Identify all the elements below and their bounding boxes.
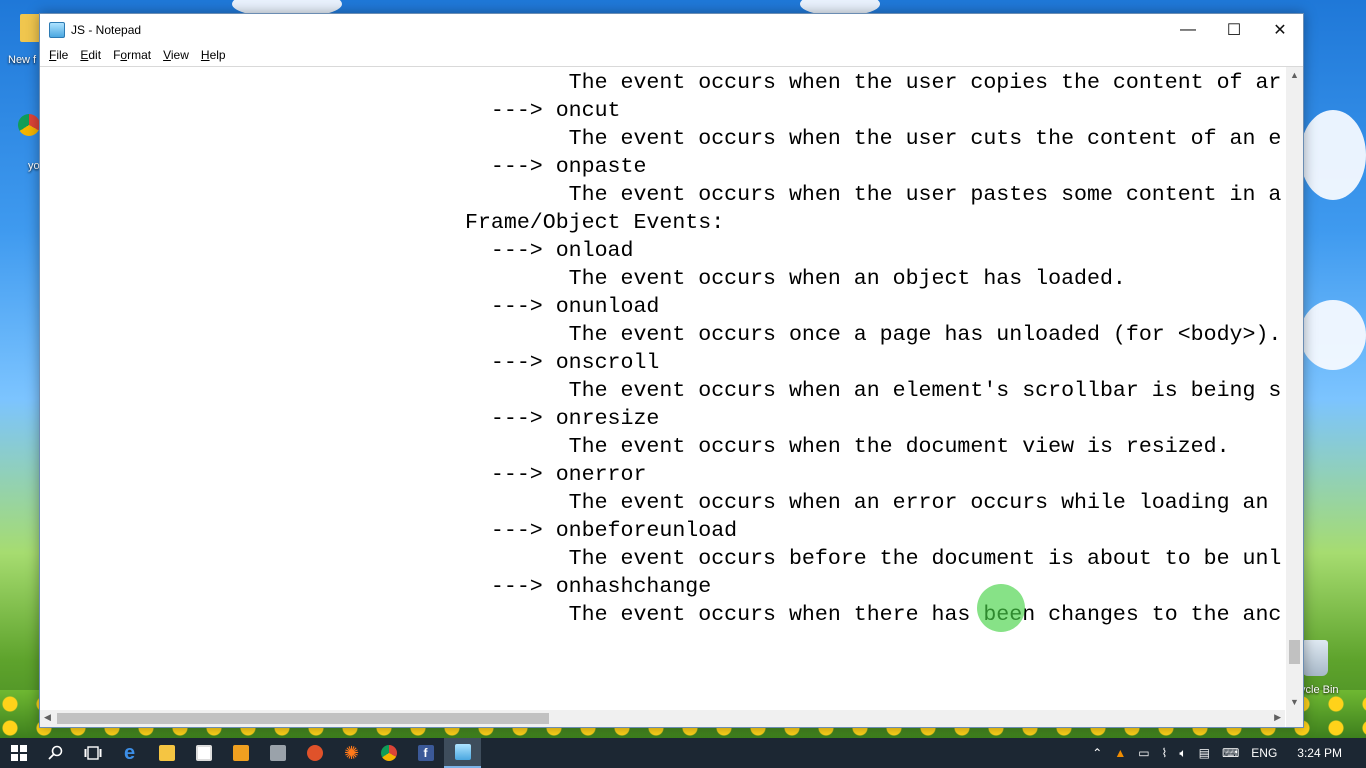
- text-line: Frame/Object Events:: [465, 211, 725, 235]
- menu-label: iew: [170, 48, 189, 62]
- text-line: The event occurs when an error occurs wh…: [465, 491, 1269, 515]
- scroll-left-arrow-icon[interactable]: ◀: [44, 712, 51, 723]
- battery-icon[interactable]: ▭: [1132, 746, 1155, 760]
- desktop-icon-label: ycle Bin: [1300, 684, 1339, 696]
- film-icon[interactable]: [259, 738, 296, 768]
- text-line: ---> onload: [465, 239, 634, 263]
- scrollbar-corner: [1286, 710, 1303, 727]
- taskbar: e ✺ f ⌃ ▲ ▭ ⌇ 🔈︎ ▤ ⌨ ENG 3:24 PM: [0, 738, 1366, 768]
- horizontal-scrollbar[interactable]: ◀ ▶: [40, 710, 1285, 727]
- cloud: [1300, 300, 1366, 370]
- text-line: The event occurs when an element's scrol…: [465, 379, 1282, 403]
- notifications-icon[interactable]: ▤: [1193, 746, 1216, 760]
- scroll-right-arrow-icon[interactable]: ▶: [1274, 712, 1281, 723]
- file-explorer-icon[interactable]: [148, 738, 185, 768]
- system-tray: ⌃ ▲ ▭ ⌇ 🔈︎ ▤ ⌨ ENG 3:24 PM: [1086, 738, 1366, 768]
- wifi-icon[interactable]: ⌇: [1156, 746, 1174, 760]
- menu-help[interactable]: Help: [195, 48, 232, 62]
- vertical-scrollbar[interactable]: ▲ ▼: [1286, 67, 1303, 710]
- text-line: ---> oncut: [465, 99, 621, 123]
- menu-label: dit: [88, 48, 102, 62]
- language-indicator[interactable]: ENG: [1245, 746, 1283, 760]
- menu-bar: File Edit Format View Help: [40, 45, 1303, 65]
- text-line: ---> onresize: [465, 407, 660, 431]
- clock[interactable]: 3:24 PM: [1283, 746, 1366, 760]
- store-icon[interactable]: [185, 738, 222, 768]
- scroll-up-arrow-icon[interactable]: ▲: [1286, 70, 1303, 80]
- minimize-button[interactable]: —: [1165, 14, 1211, 45]
- notepad-window: JS - Notepad — ☐ ✕ File Edit Format View…: [39, 13, 1304, 728]
- text-line: The event occurs before the document is …: [465, 547, 1282, 571]
- menu-edit[interactable]: Edit: [74, 48, 107, 62]
- editor-area: The event occurs when the user copies th…: [40, 66, 1303, 727]
- keyboard-icon[interactable]: ⌨: [1216, 746, 1245, 760]
- close-button[interactable]: ✕: [1257, 14, 1303, 45]
- vlc-icon[interactable]: ▲: [1108, 746, 1132, 760]
- facebook-icon[interactable]: f: [407, 738, 444, 768]
- menu-file[interactable]: File: [43, 48, 74, 62]
- title-bar[interactable]: JS - Notepad — ☐ ✕: [40, 14, 1303, 45]
- text-line: The event occurs when the document view …: [465, 435, 1230, 459]
- desktop-icon-label: yo: [28, 160, 40, 172]
- cloud: [1300, 110, 1366, 200]
- window-title: JS - Notepad: [71, 22, 142, 37]
- notepad-icon: [49, 21, 65, 38]
- scroll-down-arrow-icon[interactable]: ▼: [1286, 697, 1303, 707]
- menu-label: ile: [56, 48, 69, 62]
- desktop-icon-chrome[interactable]: yo: [18, 114, 40, 172]
- menu-label: elp: [209, 48, 226, 62]
- text-line: ---> onunload: [465, 295, 660, 319]
- window-controls: — ☐ ✕: [1165, 14, 1303, 45]
- media-player-icon[interactable]: [222, 738, 259, 768]
- fox-icon[interactable]: [296, 738, 333, 768]
- text-line: The event occurs when the user pastes so…: [465, 183, 1282, 207]
- menu-view[interactable]: View: [157, 48, 195, 62]
- search-icon[interactable]: [37, 738, 74, 768]
- menu-accel: H: [200, 48, 210, 62]
- menu-accel: V: [163, 48, 171, 62]
- text-line: The event occurs when the user cuts the …: [465, 127, 1282, 151]
- volume-icon[interactable]: 🔈︎: [1173, 746, 1192, 761]
- text-line: The event occurs once a page has unloade…: [465, 323, 1282, 347]
- menu-label: rmat: [127, 48, 152, 62]
- start-icon[interactable]: [0, 738, 37, 768]
- vertical-scroll-thumb[interactable]: [1289, 639, 1300, 664]
- text-line: ---> onbeforeunload: [465, 519, 738, 543]
- notepad-icon[interactable]: [444, 738, 481, 768]
- text-line: The event occurs when an object has load…: [465, 267, 1126, 291]
- text-line: ---> onerror: [465, 463, 647, 487]
- text-line: ---> onscroll: [465, 351, 660, 375]
- recycle-bin-icon: [1302, 640, 1328, 676]
- menu-format[interactable]: Format: [107, 48, 157, 62]
- text-line: ---> onhashchange: [465, 575, 712, 599]
- horizontal-scroll-thumb[interactable]: [57, 713, 549, 724]
- text-line: The event occurs when there has been cha…: [465, 603, 1282, 627]
- chrome-icon[interactable]: [370, 738, 407, 768]
- text-line: ---> onpaste: [465, 155, 647, 179]
- cursor-highlight: [977, 584, 1025, 632]
- maximize-button[interactable]: ☐: [1211, 14, 1257, 45]
- chevron-up-icon[interactable]: ⌃: [1086, 746, 1108, 760]
- edge-icon[interactable]: e: [111, 738, 148, 768]
- text-line: The event occurs when the user copies th…: [465, 71, 1282, 95]
- desktop-icon-label: New f: [8, 54, 37, 66]
- text-editor[interactable]: The event occurs when the user copies th…: [41, 67, 1284, 710]
- task-view-icon[interactable]: [74, 738, 111, 768]
- chrome-icon: [18, 114, 40, 136]
- spark-icon[interactable]: ✺: [333, 738, 370, 768]
